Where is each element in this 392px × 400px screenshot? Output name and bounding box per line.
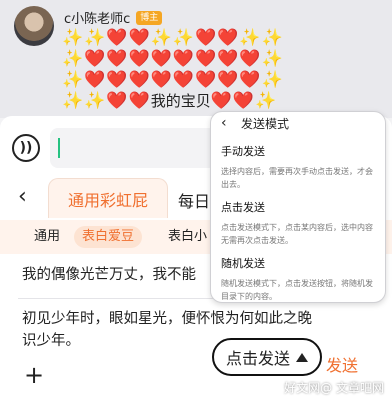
- message-input[interactable]: [50, 128, 216, 168]
- heart-emoji: ❤️: [106, 49, 129, 69]
- heart-emoji: ❤️: [150, 70, 173, 90]
- heart-emoji: ❤️: [217, 28, 240, 48]
- option-desc: 随机发送模式下，点击发送按钮，将随机发: [221, 279, 373, 288]
- heart-emoji: ❤️: [84, 49, 107, 69]
- text-caret: [58, 138, 60, 158]
- send-mode-button[interactable]: 点击发送: [212, 338, 322, 376]
- option-desc: 目录下的内容。: [221, 292, 277, 301]
- option-title: 随机发送: [221, 257, 265, 270]
- heart-emoji: ❤️: [128, 91, 151, 111]
- emoji-line: ✨✨❤️❤️我的宝贝❤️❤️✨: [62, 91, 312, 112]
- option-title: 手动发送: [221, 145, 265, 158]
- send-mode-label: 点击发送: [225, 349, 290, 368]
- triangle-up-icon: [296, 352, 308, 362]
- sparkle-emoji: ✨: [84, 91, 107, 111]
- sparkle-emoji: ✨: [172, 28, 196, 48]
- sender-badge: 博主: [136, 10, 163, 25]
- option-desc: 选择内容后，需要再次手动点击发送，才会: [221, 167, 373, 176]
- sparkle-emoji: ✨: [84, 28, 107, 48]
- popup-title: 发送模式: [241, 117, 290, 131]
- send-mode-popup: ‹ 发送模式 手动发送 选择内容后，需要再次手动点击发送，才会 出去。 点击发送…: [210, 111, 386, 303]
- sparkle-emoji: ✨: [261, 49, 284, 69]
- emoji-line: ✨❤️❤️❤️❤️❤️❤️❤️❤️✨: [62, 70, 312, 91]
- option-click-send[interactable]: 点击发送 点击发送模式下，点击某内容后，选中内容 无需再次点击发送。: [221, 200, 385, 247]
- heart-emoji: ❤️: [217, 70, 240, 90]
- chip-idol-confession[interactable]: 表白爱豆: [74, 226, 143, 248]
- sparkle-emoji: ✨: [62, 91, 85, 111]
- phrase-item[interactable]: 我的偶像光芒万丈，我不能: [22, 264, 196, 286]
- heart-emoji: ❤️: [106, 28, 129, 48]
- sparkle-emoji: ✨: [62, 49, 85, 69]
- heart-emoji: ❤️: [106, 91, 129, 111]
- option-manual-send[interactable]: 手动发送 选择内容后，需要再次手动点击发送，才会 出去。: [221, 144, 385, 191]
- heart-emoji: ❤️: [150, 49, 173, 69]
- heart-emoji: ❤️: [128, 70, 151, 90]
- sparkle-emoji: ✨: [261, 28, 284, 48]
- chat-history: c小陈老师c 博主 ✨✨❤️❤️✨✨❤️❤️✨✨ ✨❤️❤️❤️❤️❤️❤️❤️…: [0, 0, 392, 118]
- sparkle-emoji: ✨: [150, 28, 173, 48]
- tab-daily[interactable]: 每日: [178, 188, 210, 212]
- phrase-item[interactable]: 初见少年时，眼如星光，便怀恨为何如此之晚: [22, 308, 312, 330]
- avatar[interactable]: [14, 6, 54, 46]
- message-bubble[interactable]: ✨✨❤️❤️✨✨❤️❤️✨✨ ✨❤️❤️❤️❤️❤️❤️❤️❤️✨ ✨❤️❤️❤…: [62, 28, 312, 112]
- tab-general-praise[interactable]: 通用彩虹屁: [48, 178, 168, 218]
- sender-name: c小陈老师c: [64, 12, 131, 27]
- sender-row: c小陈老师c 博主: [64, 8, 163, 27]
- heart-emoji: ❤️: [195, 49, 218, 69]
- send-button[interactable]: 发送: [326, 352, 358, 376]
- popup-header: ‹ 发送模式: [211, 112, 385, 136]
- heart-emoji: ❤️: [172, 49, 196, 69]
- chip-confession-other[interactable]: 表白小: [160, 226, 215, 248]
- heart-emoji: ❤️: [84, 70, 107, 90]
- heart-emoji: ❤️: [128, 28, 151, 48]
- option-random-send[interactable]: 随机发送 随机发送模式下，点击发送按钮，将随机发 目录下的内容。: [221, 256, 385, 302]
- heart-emoji: ❤️: [195, 70, 218, 90]
- option-desc: 无需再次点击发送。: [221, 236, 293, 245]
- heart-emoji: ❤️: [195, 28, 218, 48]
- sparkle-emoji: ✨: [62, 28, 85, 48]
- plus-icon[interactable]: +: [24, 362, 44, 388]
- emoji-line: ✨❤️❤️❤️❤️❤️❤️❤️❤️✨: [62, 49, 312, 70]
- heart-emoji: ❤️: [106, 70, 129, 90]
- heart-emoji: ❤️: [217, 49, 240, 69]
- heart-emoji: ❤️: [172, 70, 196, 90]
- chip-general[interactable]: 通用: [26, 226, 68, 248]
- watermark: 好文网@ 文章吧网: [284, 381, 384, 395]
- option-title: 点击发送: [221, 201, 265, 214]
- back-arrow-icon[interactable]: ‹: [18, 184, 27, 210]
- phrase-item-continued[interactable]: 识少年。: [22, 330, 80, 352]
- sparkle-emoji: ✨: [261, 70, 284, 90]
- back-arrow-icon[interactable]: ‹: [221, 114, 227, 132]
- heart-emoji: ❤️: [239, 70, 262, 90]
- sparkle-emoji: ✨: [239, 28, 262, 48]
- voice-icon[interactable]: )): [12, 134, 40, 162]
- option-desc: 点击发送模式下，点击某内容后，选中内容: [221, 223, 373, 232]
- option-desc: 出去。: [221, 180, 245, 189]
- message-emoji-tail: ❤️❤️✨: [210, 91, 278, 111]
- heart-emoji: ❤️: [239, 49, 262, 69]
- message-text: 我的宝贝: [150, 92, 211, 110]
- sparkle-emoji: ✨: [62, 70, 85, 90]
- emoji-line: ✨✨❤️❤️✨✨❤️❤️✨✨: [62, 28, 312, 49]
- heart-emoji: ❤️: [128, 49, 151, 69]
